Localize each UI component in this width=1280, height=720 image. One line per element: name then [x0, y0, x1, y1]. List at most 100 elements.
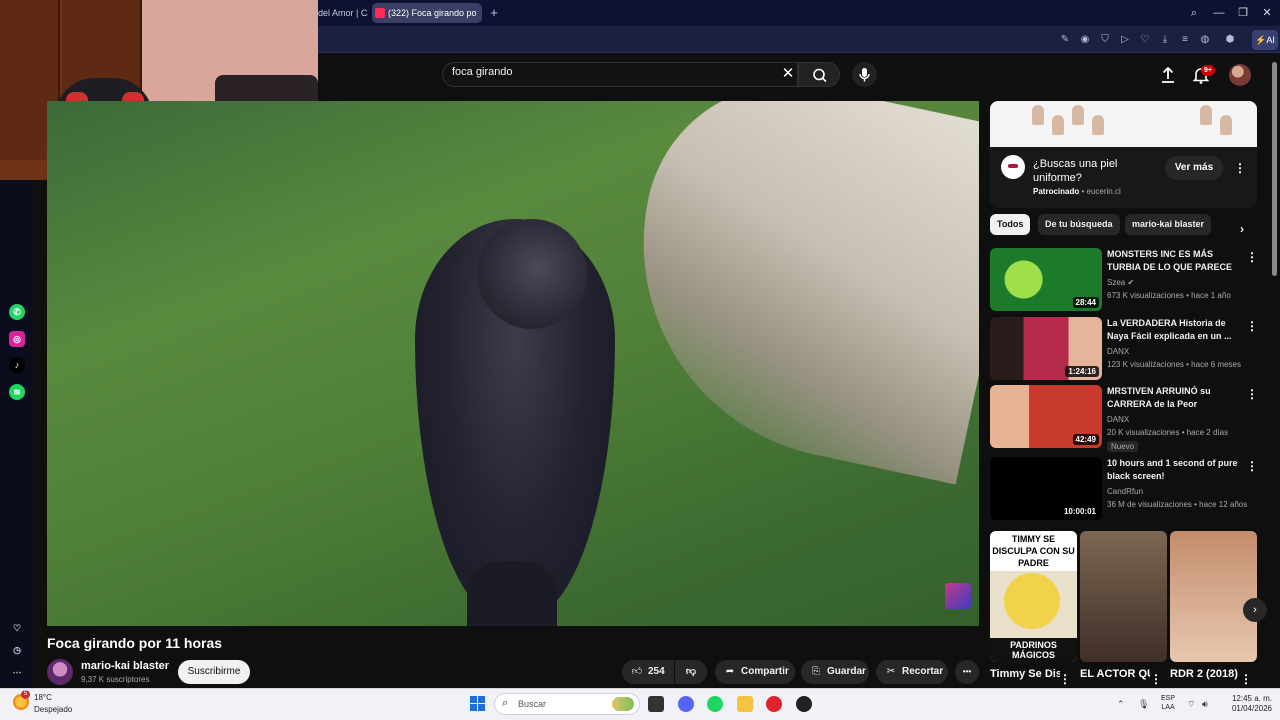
- chips-next-icon[interactable]: ›: [1236, 221, 1248, 237]
- rec-title[interactable]: MRSTIVEN ARRUINÓ su CARRERA de la Peor M…: [1107, 385, 1241, 411]
- short-title[interactable]: EL ACTOR QUE SERIA: [1080, 668, 1150, 680]
- ad-cta-button[interactable]: Ver más: [1165, 156, 1223, 180]
- rec-title[interactable]: MONSTERS INC ES MÁS TURBIA DE LO QUE PAR…: [1107, 248, 1241, 274]
- ad-banner-image[interactable]: [990, 101, 1257, 147]
- short-thumbnail[interactable]: [1170, 531, 1257, 662]
- tray-overflow-icon[interactable]: ⌃: [1117, 699, 1125, 710]
- ai-button[interactable]: ⚡AI: [1252, 30, 1278, 50]
- weather-description[interactable]: Despejado: [34, 705, 72, 714]
- scrollbar-thumb[interactable]: [1272, 62, 1277, 276]
- camera-icon[interactable]: ◉: [1077, 32, 1093, 48]
- short-menu-icon[interactable]: ⋮: [1059, 671, 1071, 687]
- wifi-icon[interactable]: ⌔: [1187, 699, 1195, 710]
- rec-channel[interactable]: DANX: [1107, 347, 1129, 356]
- chip-mario-kai-blaster[interactable]: mario-kai blaster: [1125, 214, 1212, 235]
- taskbar: [0, 688, 1280, 720]
- save-button[interactable]: ⎘ Guardar: [801, 660, 869, 684]
- rec-menu-icon[interactable]: ⋮: [1246, 249, 1258, 265]
- rec-thumbnail[interactable]: 1:24:16: [990, 317, 1102, 380]
- tab-foca-girando[interactable]: (322) Foca girando po: [372, 3, 482, 23]
- heart-icon[interactable]: ♡: [9, 620, 25, 636]
- rec-menu-icon[interactable]: ⋮: [1246, 458, 1258, 474]
- instagram-icon[interactable]: ◎: [9, 331, 25, 347]
- rec-thumbnail[interactable]: 10:00:01: [990, 457, 1102, 520]
- volume-icon[interactable]: 🔊︎: [1202, 699, 1208, 710]
- rec-channel[interactable]: DANX: [1107, 415, 1129, 424]
- short-thumbnail[interactable]: TIMMY SE DISCULPA CON SU PADRE PADRINOS …: [990, 531, 1077, 662]
- more-actions-button[interactable]: •••: [955, 660, 979, 684]
- short-title[interactable]: Timmy Se Disculpa C: [990, 668, 1060, 680]
- share-button[interactable]: ➦ Compartir: [715, 660, 795, 684]
- voice-search-button[interactable]: [852, 62, 877, 87]
- extension-icon[interactable]: ⬢: [1222, 32, 1238, 48]
- profile-icon[interactable]: ◍: [1197, 32, 1213, 48]
- save-label: Guardar: [827, 666, 866, 677]
- rec-menu-icon[interactable]: ⋮: [1246, 386, 1258, 402]
- search-button[interactable]: [798, 62, 840, 87]
- maximize-icon[interactable]: ❐: [1234, 5, 1252, 21]
- menu-icon[interactable]: ≡: [1177, 32, 1193, 48]
- tray-clock[interactable]: 12:45 a. m. 01/04/2026: [1224, 694, 1272, 714]
- rec-channel[interactable]: Szea ✔: [1107, 278, 1134, 287]
- weather-temperature[interactable]: 18°C: [34, 693, 52, 702]
- channel-watermark[interactable]: [945, 583, 971, 609]
- search-tabs-icon[interactable]: ⌕: [1185, 5, 1203, 21]
- close-window-icon[interactable]: ✕: [1258, 5, 1276, 21]
- shorts-next-icon[interactable]: ›: [1243, 598, 1267, 622]
- advertiser-logo[interactable]: [1001, 155, 1025, 179]
- ad-model: [1072, 105, 1084, 125]
- play-icon[interactable]: ▷: [1117, 32, 1133, 48]
- rec-thumbnail[interactable]: 28:44: [990, 248, 1102, 311]
- ad-menu-icon[interactable]: ⋮: [1234, 160, 1246, 176]
- ad-title[interactable]: ¿Buscas una piel uniforme?: [1033, 157, 1153, 185]
- channel-avatar[interactable]: [47, 659, 73, 685]
- app-icon[interactable]: [796, 696, 812, 712]
- rec-menu-icon[interactable]: ⋮: [1246, 318, 1258, 334]
- account-avatar[interactable]: [1229, 64, 1251, 86]
- like-button[interactable]: 👍︎ 254: [622, 660, 674, 684]
- chip-todos[interactable]: Todos: [990, 214, 1031, 235]
- spotify-icon[interactable]: ≋: [9, 384, 25, 400]
- history-clock-icon[interactable]: ◷: [9, 642, 25, 658]
- new-badge: Nuevo: [1107, 441, 1139, 452]
- discord-icon[interactable]: [678, 696, 694, 712]
- edit-icon[interactable]: ✎: [1057, 32, 1073, 48]
- new-tab-icon[interactable]: +: [486, 5, 502, 21]
- more-options-icon[interactable]: ⋯: [9, 664, 25, 680]
- short-caption-top: TIMMY SE DISCULPA CON SU PADRE: [990, 531, 1077, 571]
- rec-title[interactable]: La VERDADERA Historia de Naya Fácil expl…: [1107, 317, 1241, 343]
- upload-icon[interactable]: [1157, 64, 1179, 86]
- opera-icon[interactable]: [766, 696, 782, 712]
- file-explorer-icon[interactable]: [737, 696, 753, 712]
- short-menu-icon[interactable]: ⋮: [1240, 671, 1252, 687]
- ad-model: [1220, 115, 1232, 135]
- subscribe-button[interactable]: Suscribirme: [178, 660, 250, 684]
- chip-de-tu-busqueda[interactable]: De tu búsqueda: [1038, 214, 1120, 235]
- short-title[interactable]: RDR 2 (2018) VS M...: [1170, 668, 1240, 680]
- channel-name[interactable]: mario-kai blaster: [81, 660, 169, 672]
- download-icon[interactable]: ⤓: [1157, 32, 1173, 48]
- video-player[interactable]: [47, 101, 979, 626]
- tray-language[interactable]: ESP LAA: [1161, 694, 1175, 712]
- tray-mic-icon[interactable]: 🎙︎: [1138, 699, 1149, 710]
- short-menu-icon[interactable]: ⋮: [1150, 671, 1162, 687]
- tiktok-icon[interactable]: ♪: [9, 357, 25, 373]
- minimize-icon[interactable]: —: [1210, 5, 1228, 21]
- search-highlight-icon[interactable]: [612, 697, 634, 711]
- short-thumbnail[interactable]: [1080, 531, 1167, 662]
- tab-del-amor[interactable]: del Amor | Ca: [318, 3, 368, 23]
- windows-start-icon[interactable]: [470, 696, 486, 712]
- rec-thumbnail[interactable]: 42:49: [990, 385, 1102, 448]
- whatsapp-icon[interactable]: ✆: [9, 304, 25, 320]
- ad-model: [1052, 115, 1064, 135]
- clear-search-icon[interactable]: ✕: [780, 65, 796, 83]
- spotify-taskbar-icon[interactable]: [707, 696, 723, 712]
- task-view-icon[interactable]: [648, 696, 664, 712]
- clip-button[interactable]: ✂ Recortar: [876, 660, 948, 684]
- rec-title[interactable]: 10 hours and 1 second of pure black scre…: [1107, 457, 1241, 483]
- rec-duration: 10:00:01: [1060, 506, 1099, 517]
- dislike-button[interactable]: 👎︎: [675, 660, 707, 684]
- heart-icon[interactable]: ♡: [1137, 32, 1153, 48]
- shield-icon[interactable]: ⛉: [1097, 32, 1113, 48]
- rec-channel[interactable]: CandRfun: [1107, 487, 1143, 496]
